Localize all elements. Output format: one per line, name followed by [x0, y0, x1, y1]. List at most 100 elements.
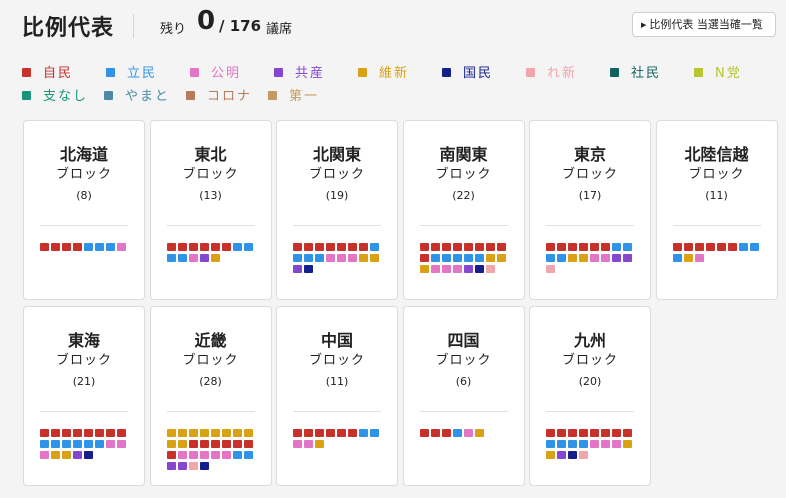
seat-dot-ishin	[474, 429, 484, 437]
block-seat-count: (8)	[76, 189, 92, 202]
seat-dot-jimin	[315, 243, 324, 251]
seat-dot-jimin	[419, 243, 429, 251]
seat-dot-kyosan	[293, 265, 302, 273]
block-name: 北関東	[312, 145, 361, 164]
seat-dot-jimin	[304, 243, 313, 251]
seat-dot-rikken	[738, 243, 748, 251]
legend-item-daiichi: 第一	[268, 85, 350, 104]
seat-dot-ishin	[419, 265, 429, 273]
seat-dots	[40, 429, 136, 462]
card-divider	[166, 411, 255, 412]
seat-dot-rikken	[557, 440, 566, 448]
legend-row: 自民 立民 公明 共産 維新 国民 れ新 社民 N党	[22, 62, 782, 85]
seat-dot-ishin	[232, 429, 242, 437]
block-label: ブロック	[308, 353, 365, 368]
seat-dot-ishin	[62, 451, 71, 459]
block-name: 東海	[67, 331, 100, 350]
block-label: ブロック	[308, 167, 365, 182]
block-card[interactable]: 中国 ブロック (11)	[276, 306, 398, 486]
seat-dot-rikken	[51, 440, 60, 448]
seat-dot-ishin	[188, 429, 198, 437]
seat-dot-jimin	[590, 243, 599, 251]
remaining-label: 残り	[160, 22, 187, 37]
seat-dot-ishin	[166, 429, 176, 437]
legend-swatch	[526, 68, 535, 77]
seat-dot-kyosan	[557, 451, 566, 459]
seat-dot-komei	[590, 440, 599, 448]
seat-dot-jimin	[199, 440, 209, 448]
seat-dot-jimin	[221, 243, 231, 251]
seat-dot-jimin	[293, 243, 302, 251]
seat-dot-jimin	[579, 429, 588, 437]
seat-dot-rikken	[370, 429, 379, 437]
seat-dot-komei	[304, 440, 313, 448]
legend-label: N党	[715, 66, 742, 81]
seat-dot-jimin	[51, 243, 60, 251]
block-card[interactable]: 東北 ブロック (13)	[149, 120, 272, 300]
seat-dot-kyosan	[463, 265, 473, 273]
seat-dot-komei	[601, 254, 610, 262]
seat-dot-rikken	[40, 440, 49, 448]
seat-dot-rikken	[749, 243, 759, 251]
legend-label: 第一	[289, 89, 320, 104]
card-divider	[546, 411, 634, 412]
block-seat-count: (21)	[72, 375, 96, 388]
seat-dot-jimin	[694, 243, 704, 251]
block-card[interactable]: 北海道 ブロック (8)	[23, 120, 145, 300]
card-divider	[40, 411, 128, 412]
seat-dots	[546, 243, 642, 276]
block-card[interactable]: 北陸信越 ブロック (11)	[655, 120, 778, 300]
seat-dot-rikken	[359, 429, 368, 437]
seat-dot-ishin	[546, 451, 555, 459]
seat-dot-rikken	[612, 243, 621, 251]
seat-dot-jimin	[177, 243, 187, 251]
seat-dot-rikken	[441, 254, 451, 262]
legend-label: れ新	[547, 66, 578, 81]
seat-dot-ishin	[370, 254, 379, 262]
seat-dot-komei	[40, 451, 49, 459]
winners-list-button[interactable]: ▶ 比例代表 当選当確一覧	[632, 12, 776, 37]
seat-dot-jimin	[463, 243, 473, 251]
seat-dot-jimin	[51, 429, 60, 437]
legend-swatch	[104, 91, 113, 100]
seat-dot-rikken	[304, 254, 313, 262]
legend-item-jimin: 自民	[22, 62, 106, 81]
seat-dot-jimin	[705, 243, 715, 251]
seat-dot-ishin	[243, 429, 253, 437]
legend-item-komei: 公明	[190, 62, 274, 81]
block-label: ブロック	[561, 167, 618, 182]
seat-dot-jimin	[612, 429, 621, 437]
seat-dot-jimin	[716, 243, 726, 251]
seat-dot-rikken	[546, 254, 555, 262]
seat-dot-rikken	[62, 440, 71, 448]
block-card[interactable]: 九州 ブロック (20)	[529, 306, 651, 486]
block-card[interactable]: 四国 ブロック (6)	[402, 306, 525, 486]
legend-item-kyosan: 共産	[274, 62, 358, 81]
block-card[interactable]: 南関東 ブロック (22)	[402, 120, 525, 300]
block-card[interactable]: 近畿 ブロック (28)	[149, 306, 272, 486]
block-label: ブロック	[182, 353, 239, 368]
block-card[interactable]: 東京 ブロック (17)	[529, 120, 651, 300]
card-divider	[672, 225, 761, 226]
card-divider	[419, 225, 508, 226]
seat-dot-komei	[463, 429, 473, 437]
seat-dot-jimin	[62, 243, 71, 251]
seat-dot-komei	[441, 265, 451, 273]
seat-dot-ishin	[199, 429, 209, 437]
legend-label: 国民	[463, 66, 494, 81]
seat-dot-komei	[326, 254, 335, 262]
legend-label: 共産	[295, 66, 326, 81]
legend-row: 支なし やまと コロナ 第一	[22, 85, 782, 108]
block-card[interactable]: 北関東 ブロック (19)	[276, 120, 398, 300]
seat-dot-jimin	[95, 429, 104, 437]
block-name: 九州	[573, 331, 606, 350]
seat-dot-jimin	[496, 243, 506, 251]
seat-dot-kokumin	[568, 451, 577, 459]
block-label: ブロック	[55, 353, 112, 368]
seat-dots	[293, 429, 389, 451]
seat-dot-jimin	[590, 429, 599, 437]
seat-dot-ishin	[315, 440, 324, 448]
seat-dot-rikken	[177, 254, 187, 262]
legend-item-ishin: 維新	[358, 62, 442, 81]
block-card[interactable]: 東海ブロック (21)	[23, 306, 145, 486]
